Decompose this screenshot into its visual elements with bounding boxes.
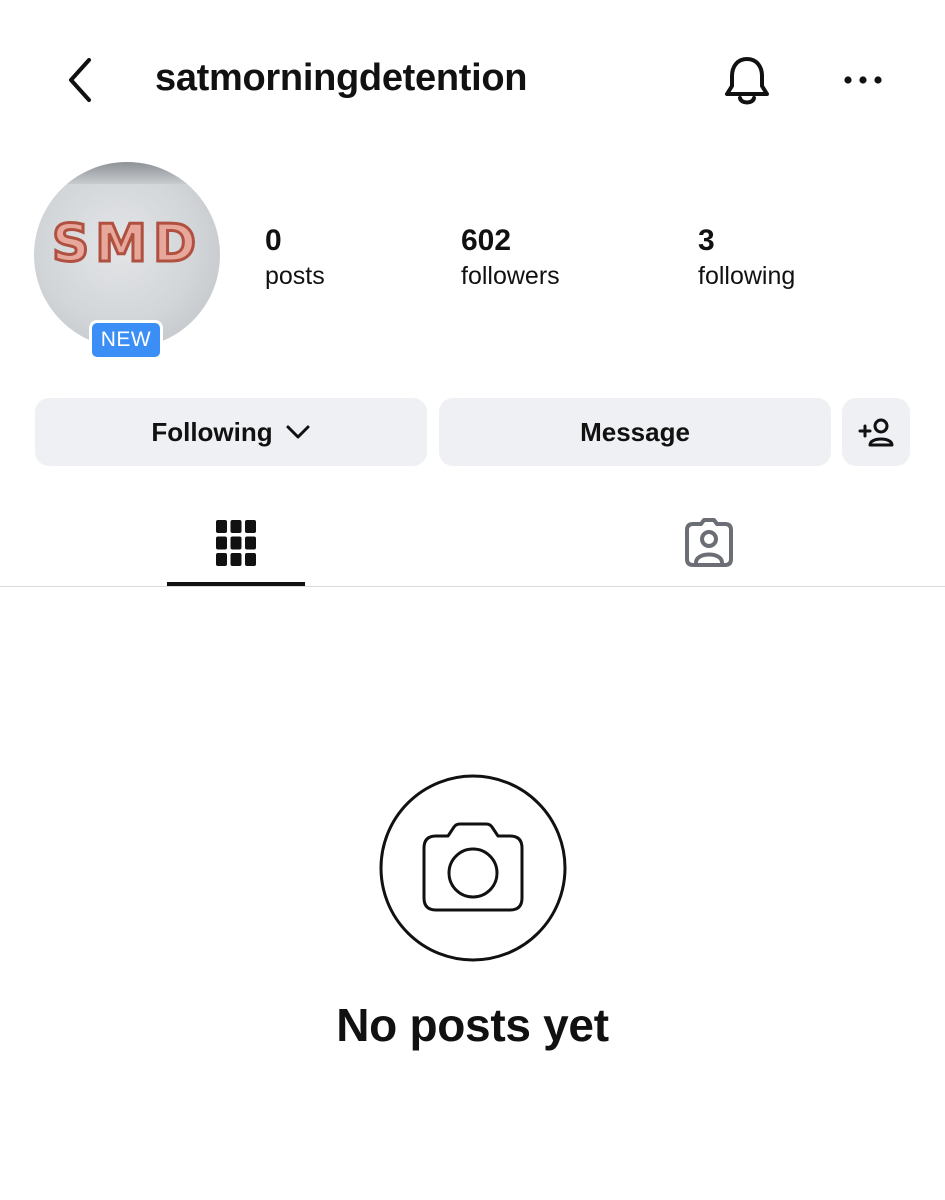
more-horizontal-icon	[844, 76, 882, 84]
empty-state-title: No posts yet	[336, 999, 609, 1051]
more-options-button[interactable]	[832, 55, 894, 105]
back-arrow-icon	[69, 58, 91, 102]
stat-posts[interactable]: 0 posts	[265, 222, 325, 292]
tab-tagged[interactable]	[640, 500, 778, 586]
following-button-label: Following	[151, 416, 273, 447]
stat-followers-value: 602	[461, 224, 512, 257]
suggested-users-button[interactable]	[842, 398, 910, 466]
message-button-label: Message	[580, 416, 690, 447]
stat-followers-label: followers	[461, 262, 560, 290]
stat-followers[interactable]: 602 followers	[461, 222, 560, 292]
camera-icon	[379, 774, 567, 962]
notifications-button[interactable]	[714, 48, 780, 114]
profile-username: satmorningdetention	[155, 57, 528, 99]
stat-following[interactable]: 3 following	[698, 222, 795, 292]
message-button[interactable]: Message	[439, 398, 831, 466]
empty-state-illustration	[378, 773, 568, 963]
bell-icon	[725, 57, 769, 105]
following-button[interactable]: Following	[35, 398, 427, 466]
stat-following-label: following	[698, 262, 796, 290]
stat-posts-value: 0	[265, 224, 282, 257]
tagged-person-icon	[685, 518, 733, 567]
add-user-icon	[858, 418, 894, 447]
avatar-frame-edge	[34, 162, 220, 184]
tab-posts-grid[interactable]	[167, 500, 305, 586]
tabs-divider	[0, 586, 945, 587]
stat-posts-label: posts	[265, 262, 325, 290]
back-button[interactable]	[50, 45, 110, 115]
chevron-down-icon	[286, 425, 310, 439]
new-badge: NEW	[89, 320, 163, 360]
avatar-lettering: SMD	[50, 213, 203, 276]
stat-following-value: 3	[698, 224, 715, 257]
grid-icon	[216, 520, 256, 566]
